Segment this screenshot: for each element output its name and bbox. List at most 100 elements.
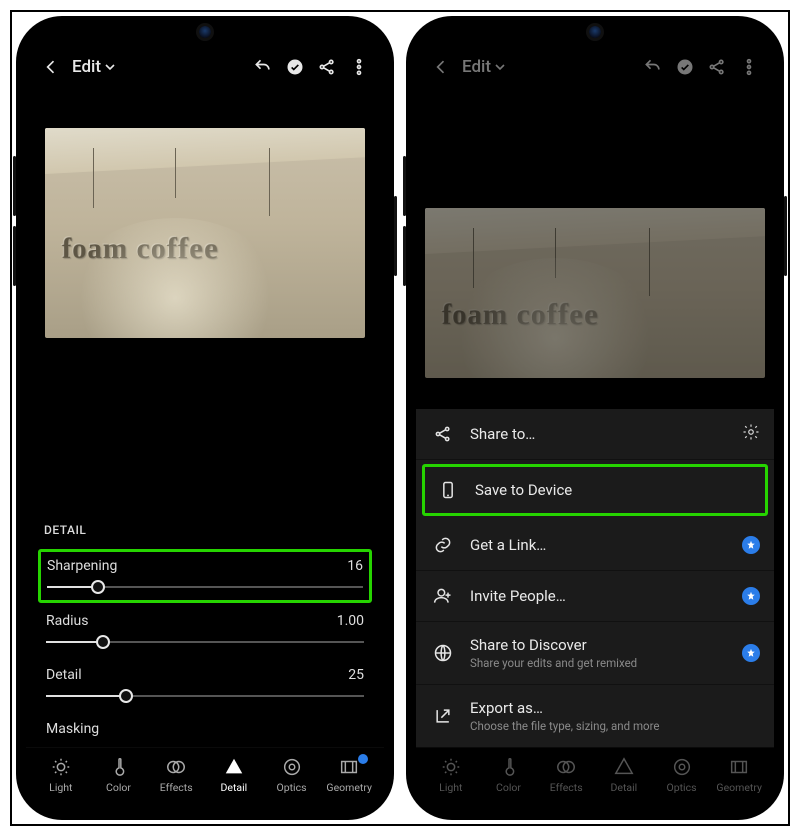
- premium-star-icon: [742, 536, 760, 554]
- masking-slider[interactable]: Masking: [44, 717, 366, 747]
- tab-light[interactable]: Light: [34, 756, 88, 794]
- export-as-row[interactable]: Export as… Choose the file type, sizing,…: [416, 685, 774, 747]
- thermometer-icon: [108, 756, 130, 778]
- tab-geometry[interactable]: Geometry: [322, 756, 376, 794]
- premium-badge-icon: [358, 754, 368, 764]
- image-text: foam coffee: [62, 232, 219, 267]
- confirm-icon[interactable]: [284, 56, 306, 78]
- export-as-sub: Choose the file type, sizing, and more: [470, 719, 660, 733]
- radius-slider[interactable]: Radius 1.00: [44, 609, 366, 653]
- overflow-icon[interactable]: [348, 56, 370, 78]
- get-link-row[interactable]: Get a Link…: [416, 520, 774, 571]
- detail-icon: [223, 756, 245, 778]
- preview-image[interactable]: foam coffee: [45, 128, 365, 338]
- sharpening-value: 16: [347, 558, 363, 574]
- radius-label: Radius: [46, 613, 89, 629]
- confirm-icon[interactable]: [674, 56, 696, 78]
- tab-color-label: Color: [496, 781, 521, 794]
- optics-icon: [671, 756, 693, 778]
- tab-light: Light: [424, 756, 478, 794]
- share-to-label: Share to…: [470, 425, 535, 443]
- edit-tabs: Light Color Effects Detail Optics: [26, 747, 384, 810]
- invite-people-label: Invite People…: [470, 587, 566, 605]
- share-icon: [432, 423, 454, 445]
- front-camera-icon: [199, 26, 211, 38]
- mode-label: Edit: [72, 57, 101, 77]
- chevron-down-icon: [495, 62, 505, 72]
- sharpening-label: Sharpening: [47, 558, 117, 574]
- detail-value: 25: [348, 667, 364, 683]
- image-text: foam coffee: [442, 298, 599, 333]
- tab-optics: Optics: [655, 756, 709, 794]
- people-icon: [432, 585, 454, 607]
- share-sheet: Share to… Save to Device Get a Link… Inv…: [416, 409, 774, 747]
- back-icon[interactable]: [40, 56, 62, 78]
- tab-detail: Detail: [597, 756, 651, 794]
- tab-geometry: Geometry: [712, 756, 766, 794]
- masking-label: Masking: [46, 721, 99, 737]
- mode-dropdown[interactable]: Edit: [72, 57, 115, 77]
- export-icon: [432, 705, 454, 727]
- edit-tabs: Light Color Effects Detail Optics: [416, 747, 774, 810]
- tab-optics-label: Optics: [277, 781, 307, 794]
- panel-heading: DETAIL: [44, 523, 366, 537]
- save-to-device-row[interactable]: Save to Device: [422, 464, 768, 516]
- tab-effects-label: Effects: [550, 781, 583, 794]
- detail-slider[interactable]: Detail 25: [44, 663, 366, 707]
- preview-image: foam coffee: [425, 208, 765, 378]
- get-link-label: Get a Link…: [470, 536, 546, 554]
- tab-optics[interactable]: Optics: [265, 756, 319, 794]
- tab-effects[interactable]: Effects: [149, 756, 203, 794]
- save-to-device-label: Save to Device: [475, 481, 572, 499]
- effects-icon: [555, 756, 577, 778]
- tab-optics-label: Optics: [667, 781, 697, 794]
- invite-people-row[interactable]: Invite People…: [416, 571, 774, 622]
- globe-icon: [432, 642, 454, 664]
- tab-detail-label: Detail: [610, 781, 637, 794]
- share-discover-row[interactable]: Share to Discover Share your edits and g…: [416, 622, 774, 685]
- tab-effects-label: Effects: [160, 781, 193, 794]
- geometry-icon: [728, 756, 750, 778]
- share-to-row[interactable]: Share to…: [416, 409, 774, 460]
- detail-label: Detail: [46, 667, 82, 683]
- radius-value: 1.00: [337, 613, 364, 629]
- sharpening-slider[interactable]: Sharpening 16: [38, 549, 372, 603]
- chevron-down-icon: [105, 62, 115, 72]
- back-icon[interactable]: [430, 56, 452, 78]
- share-discover-sub: Share your edits and get remixed: [470, 656, 637, 670]
- premium-star-icon: [742, 587, 760, 605]
- overflow-icon[interactable]: [738, 56, 760, 78]
- tab-color[interactable]: Color: [92, 756, 146, 794]
- effects-icon: [165, 756, 187, 778]
- share-discover-label: Share to Discover: [470, 636, 587, 654]
- tab-effects: Effects: [539, 756, 593, 794]
- tab-color-label: Color: [106, 781, 131, 794]
- geometry-icon: [338, 756, 360, 778]
- share-icon[interactable]: [706, 56, 728, 78]
- preview-area: foam coffee: [416, 88, 774, 378]
- sun-icon: [440, 756, 462, 778]
- front-camera-icon: [589, 26, 601, 38]
- tab-light-label: Light: [439, 781, 462, 794]
- tab-detail-label: Detail: [220, 781, 247, 794]
- tab-color: Color: [482, 756, 536, 794]
- preview-area: foam coffee: [26, 88, 384, 338]
- tab-detail[interactable]: Detail: [207, 756, 261, 794]
- detail-icon: [613, 756, 635, 778]
- thermometer-icon: [498, 756, 520, 778]
- share-icon[interactable]: [316, 56, 338, 78]
- tab-light-label: Light: [49, 781, 72, 794]
- undo-icon[interactable]: [642, 56, 664, 78]
- mode-label: Edit: [462, 57, 491, 77]
- sun-icon: [50, 756, 72, 778]
- tab-geometry-label: Geometry: [326, 781, 372, 794]
- premium-star-icon: [742, 644, 760, 662]
- export-as-label: Export as…: [470, 699, 543, 717]
- undo-icon[interactable]: [252, 56, 274, 78]
- detail-panel: DETAIL Sharpening 16 Radius 1.00: [26, 513, 384, 747]
- gear-icon[interactable]: [742, 423, 760, 445]
- mode-dropdown[interactable]: Edit: [462, 57, 505, 77]
- phone-icon: [437, 479, 459, 501]
- link-icon: [432, 534, 454, 556]
- tab-geometry-label: Geometry: [716, 781, 762, 794]
